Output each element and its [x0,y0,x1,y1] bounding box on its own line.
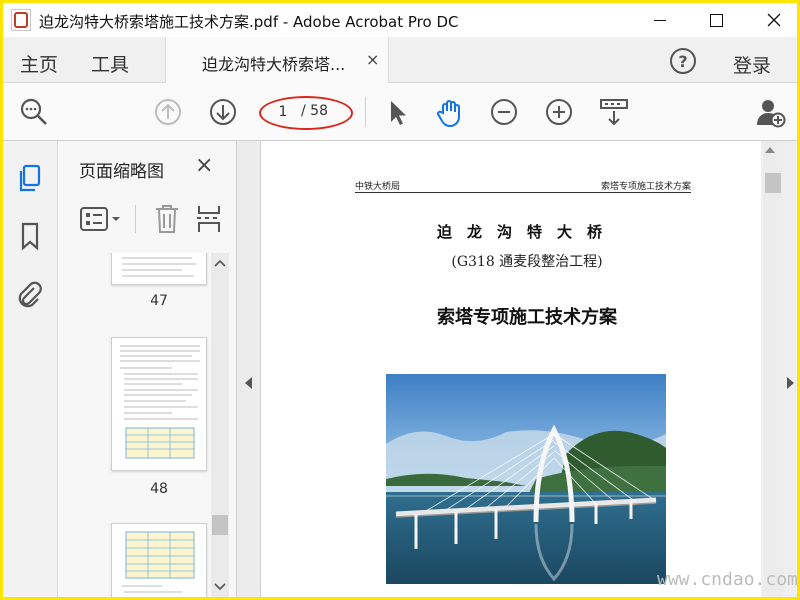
document-page: 中铁大桥局 索塔专项施工技术方案 迫龙沟特大桥 (G318 通麦段整治工程) 索… [261,141,761,597]
document-title: 迫龙沟特大桥 [436,223,617,241]
page-display-icon[interactable] [597,95,631,129]
tab-home[interactable]: 主页 [20,50,58,77]
panel-divider [135,205,136,233]
page-header: 中铁大桥局 索塔专项施工技术方案 [355,179,691,193]
left-rail [3,141,58,597]
thumbnail-preview [120,345,200,459]
scroll-thumb[interactable] [212,515,228,535]
header-left-text: 中铁大桥局 [355,182,401,192]
thumbnail-page[interactable] [111,523,207,597]
toolbar-divider [365,97,366,127]
collapse-left-icon[interactable] [245,377,252,389]
expand-right-icon[interactable] [787,377,794,389]
zoom-out-icon[interactable] [487,95,521,129]
close-panel-icon[interactable]: × [195,153,213,178]
thumbnail-panel: 页面缩略图 × 47 48 [59,141,237,597]
close-window-button[interactable] [751,3,797,37]
scroll-track[interactable] [763,141,783,597]
thumbnail-options-icon[interactable] [79,205,123,233]
scroll-up-icon[interactable] [765,147,775,153]
header-right-text: 索塔专项施工技术方案 [600,182,691,192]
document-heading: 索塔专项施工技术方案 [437,307,617,328]
app-icon [11,9,31,31]
thumbnail-list[interactable]: 47 48 [59,253,237,597]
scroll-up-icon[interactable] [214,259,226,267]
document-subtitle: (G318 通麦段整治工程) [451,254,603,270]
search-icon[interactable] [17,95,51,129]
next-page-icon[interactable] [206,95,240,129]
share-user-icon[interactable] [753,95,787,129]
page-thumbnails-icon[interactable] [15,163,45,193]
thumbnail-preview [122,531,195,593]
tab-document[interactable]: 迫龙沟特大桥索塔... × [165,37,389,83]
tab-tools[interactable]: 工具 [91,50,129,77]
acrobat-window: 迫龙沟特大桥索塔施工技术方案.pdf - Adobe Acrobat Pro D… [3,3,797,597]
maximize-button[interactable] [693,3,739,37]
bookmark-icon[interactable] [15,221,45,251]
zoom-in-icon[interactable] [542,95,576,129]
login-button[interactable]: 登录 [733,51,771,78]
thumbnail-preview [122,257,196,277]
thumbnail-page[interactable] [111,253,207,285]
document-scrollbar[interactable] [761,141,797,597]
collapse-panel-strip[interactable] [237,141,261,597]
extract-page-icon[interactable] [195,203,223,235]
minimize-button[interactable] [637,3,683,37]
highlight-annotation [259,96,353,130]
title-bar: 迫龙沟特大桥索塔施工技术方案.pdf - Adobe Acrobat Pro D… [3,3,797,37]
hand-tool-icon[interactable] [433,95,467,129]
attachment-icon[interactable] [15,279,45,309]
delete-page-icon[interactable] [153,203,181,235]
bridge-photo [386,374,666,584]
thumbnail-page[interactable] [111,337,207,471]
previous-page-icon[interactable] [151,95,185,129]
scroll-thumb[interactable] [765,173,781,193]
window-title: 迫龙沟特大桥索塔施工技术方案.pdf - Adobe Acrobat Pro D… [39,13,459,31]
watermark: www.cndao.com [657,569,797,590]
close-tab-icon[interactable]: × [366,50,379,69]
main-toolbar: 1 / 58 [3,83,797,141]
help-icon[interactable]: ? [670,48,696,74]
scroll-down-icon[interactable] [214,583,226,591]
thumbnail-scrollbar[interactable] [211,253,229,597]
select-cursor-icon[interactable] [380,95,414,129]
tab-bar: 主页 工具 迫龙沟特大桥索塔... × ? 登录 [3,37,797,83]
document-tab-label: 迫龙沟特大桥索塔... [202,55,346,74]
panel-toolbar [59,199,237,239]
panel-title: 页面缩略图 [79,162,164,182]
